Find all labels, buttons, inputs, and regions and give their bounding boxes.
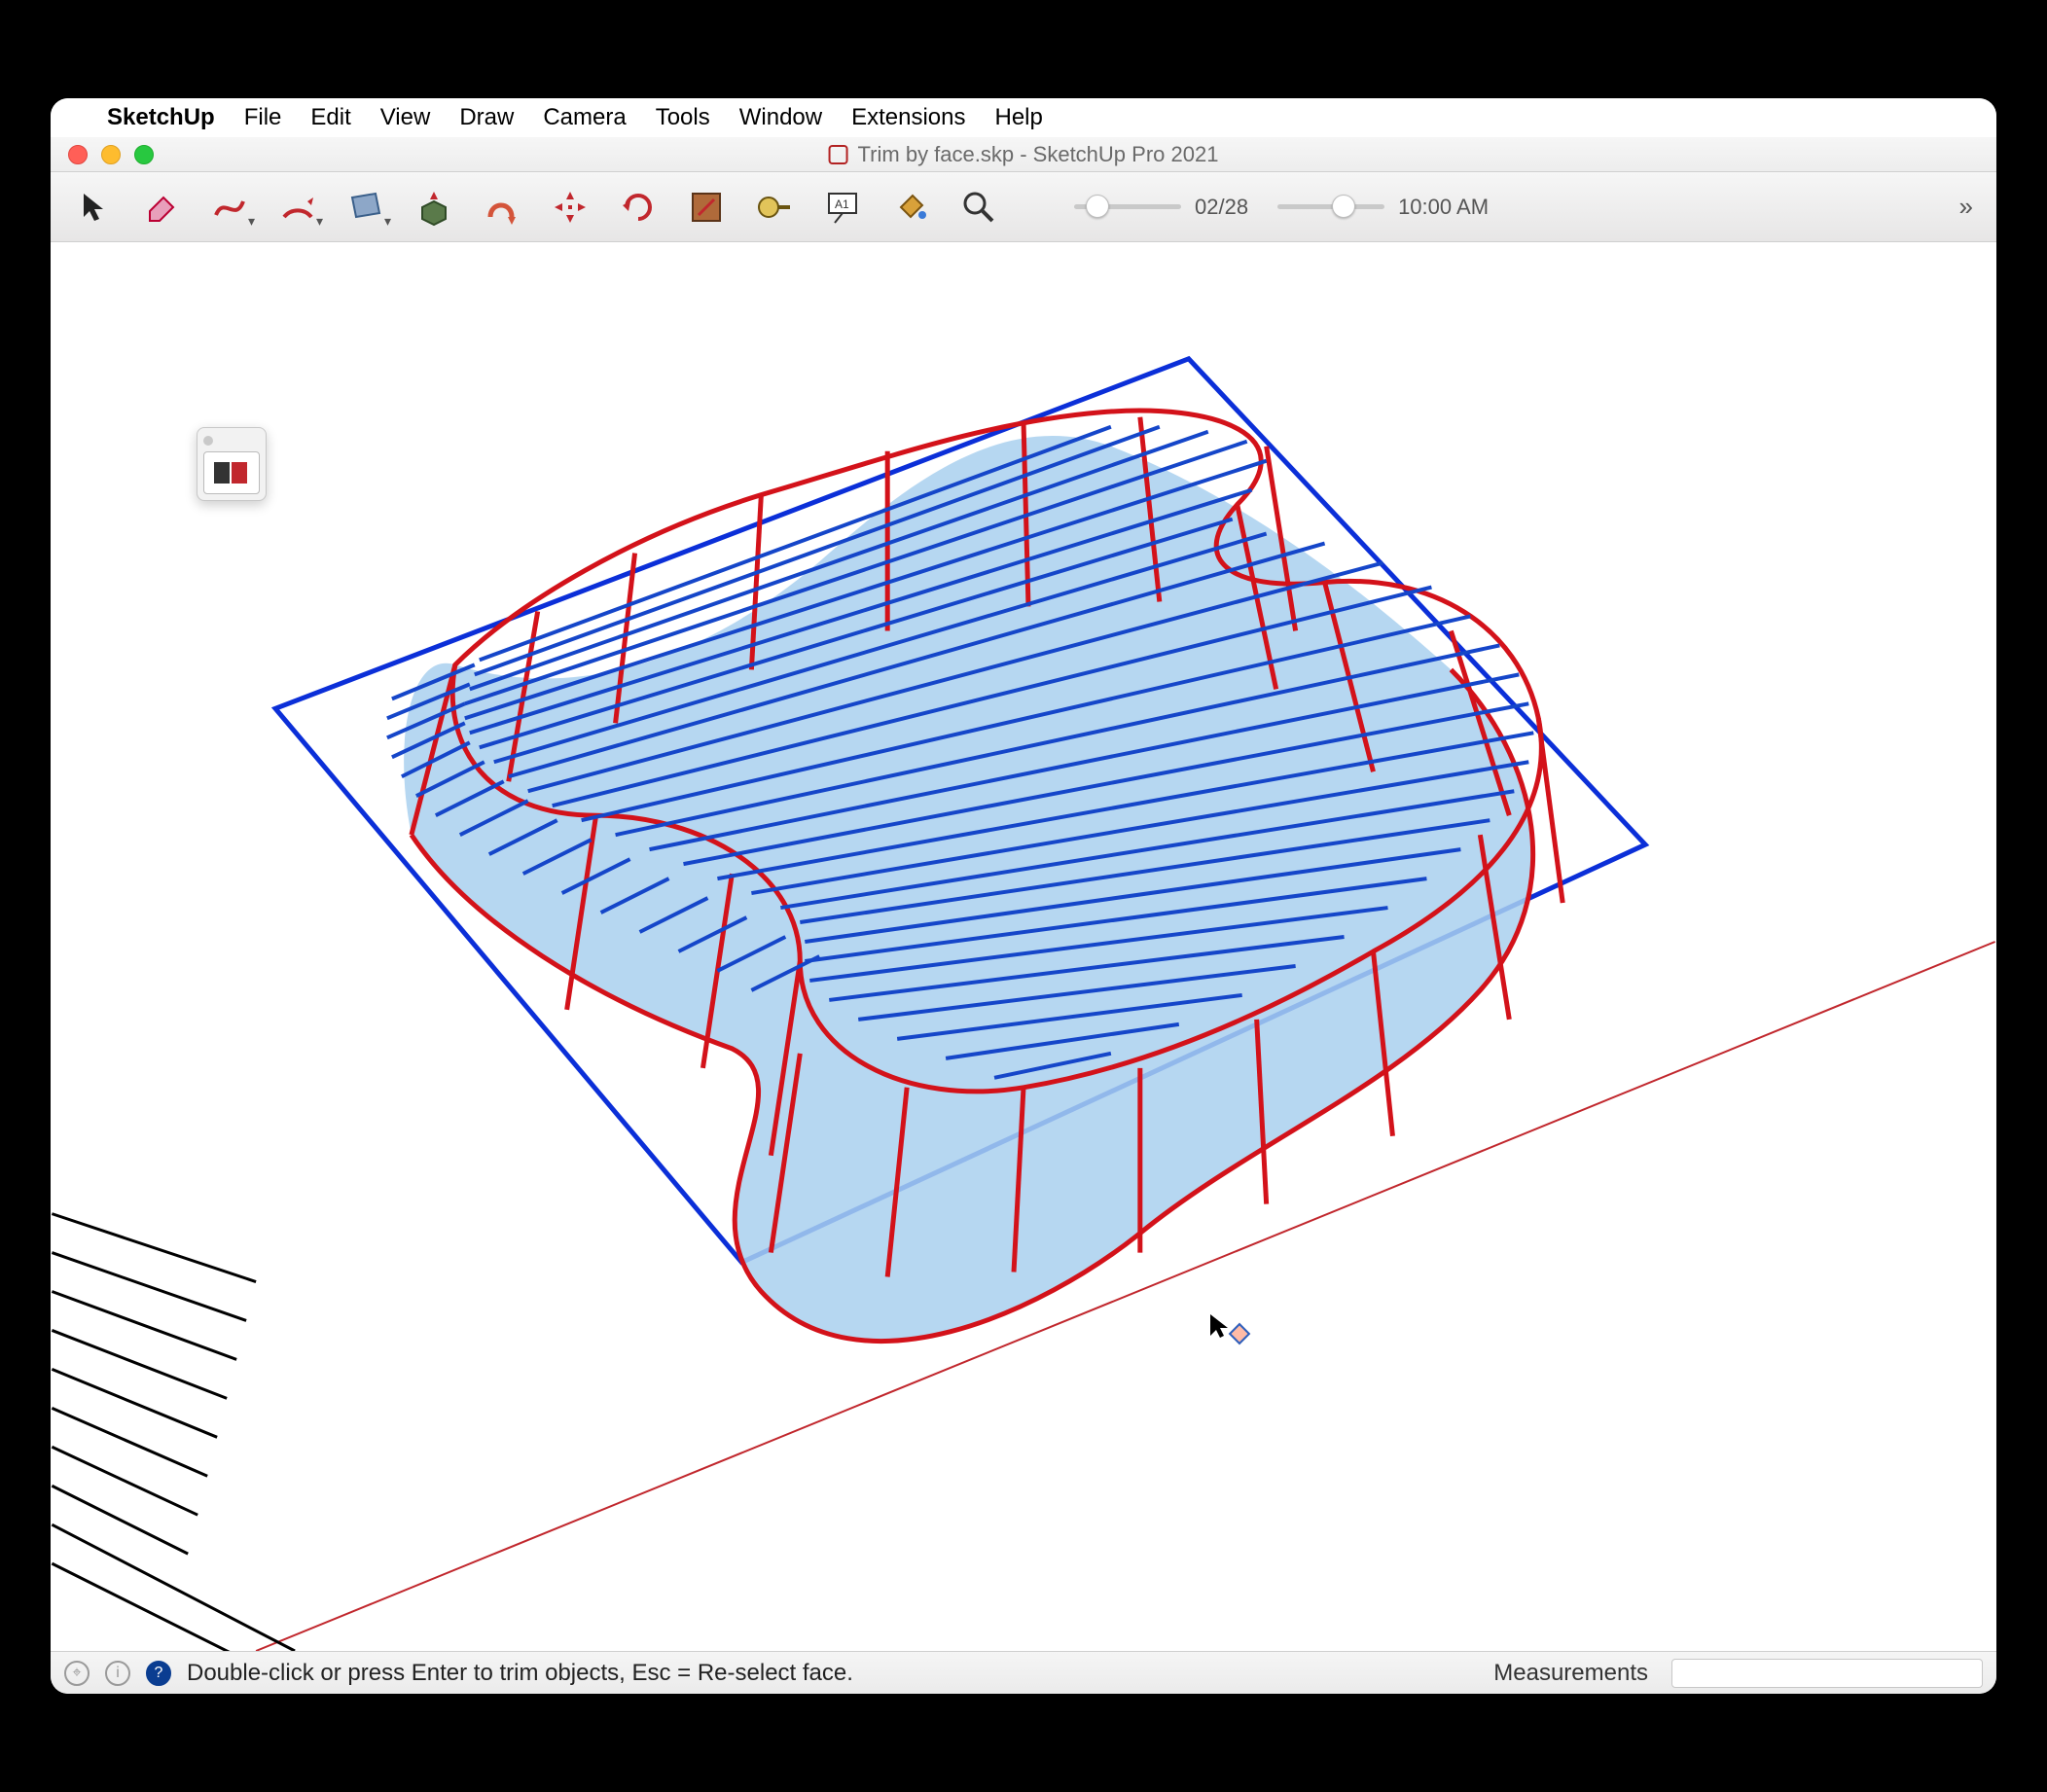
freehand-tool[interactable] (200, 180, 259, 234)
rectangle-tool[interactable] (337, 180, 395, 234)
geolocation-icon[interactable]: ⌖ (64, 1661, 90, 1686)
date-slider[interactable]: 02/28 (1074, 195, 1248, 220)
push-pull-tool[interactable] (405, 180, 463, 234)
trim-tool-icon[interactable] (203, 451, 260, 494)
scale-tool[interactable] (677, 180, 736, 234)
text-icon: A1 (823, 188, 862, 227)
select-tool[interactable] (64, 180, 123, 234)
scale-icon (687, 188, 726, 227)
push-pull-icon (414, 188, 453, 227)
titlebar: Trim by face.skp - SketchUp Pro 2021 (51, 137, 1996, 172)
traffic-lights (68, 145, 154, 164)
panel-grip[interactable] (203, 434, 260, 448)
eraser-icon (142, 188, 181, 227)
eraser-tool[interactable] (132, 180, 191, 234)
menu-view[interactable]: View (380, 104, 431, 131)
menu-edit[interactable]: Edit (310, 104, 350, 131)
measurements-label: Measurements (1493, 1660, 1648, 1687)
arc-tool[interactable] (269, 180, 327, 234)
tape-measure-tool[interactable] (745, 180, 804, 234)
menu-tools[interactable]: Tools (656, 104, 710, 131)
arc-icon (278, 188, 317, 227)
follow-me-tool[interactable] (473, 180, 531, 234)
help-icon[interactable]: ? (146, 1661, 171, 1686)
menubar-app-name[interactable]: SketchUp (107, 104, 215, 131)
close-button[interactable] (68, 145, 88, 164)
zoom-tool[interactable] (950, 180, 1008, 234)
paint-bucket-tool[interactable] (881, 180, 940, 234)
menu-draw[interactable]: Draw (459, 104, 514, 131)
magnifier-icon (959, 188, 998, 227)
menu-camera[interactable]: Camera (543, 104, 626, 131)
scene-render (51, 242, 1996, 1651)
move-tool[interactable] (541, 180, 599, 234)
toolbar: A1 02/28 10:00 AM » (51, 172, 1996, 242)
rotate-icon (619, 188, 658, 227)
model-viewport[interactable] (51, 242, 1996, 1651)
measurements-input[interactable] (1671, 1659, 1983, 1688)
floating-panel[interactable] (197, 427, 267, 501)
text-tool[interactable]: A1 (813, 180, 872, 234)
menu-extensions[interactable]: Extensions (851, 104, 965, 131)
rotate-tool[interactable] (609, 180, 667, 234)
window-title: Trim by face.skp - SketchUp Pro 2021 (858, 142, 1219, 167)
minimize-button[interactable] (101, 145, 121, 164)
menu-window[interactable]: Window (739, 104, 822, 131)
time-slider[interactable]: 10:00 AM (1277, 195, 1489, 220)
mac-menubar: SketchUp File Edit View Draw Camera Tool… (51, 98, 1996, 137)
status-hint: Double-click or press Enter to trim obje… (187, 1660, 1478, 1687)
follow-me-icon (483, 188, 521, 227)
info-icon[interactable]: i (105, 1661, 130, 1686)
menu-help[interactable]: Help (995, 104, 1043, 131)
zoom-window-button[interactable] (134, 145, 154, 164)
rectangle-icon (346, 188, 385, 227)
toolbar-overflow[interactable]: » (1959, 192, 1983, 222)
document-icon (829, 145, 848, 164)
paint-icon (891, 188, 930, 227)
window-title-group: Trim by face.skp - SketchUp Pro 2021 (829, 142, 1219, 167)
move-icon (551, 188, 590, 227)
svg-text:A1: A1 (835, 197, 849, 211)
date-slider-label: 02/28 (1195, 195, 1248, 220)
app-window: SketchUp File Edit View Draw Camera Tool… (51, 98, 1996, 1694)
shadow-sliders: 02/28 10:00 AM (1074, 195, 1489, 220)
freehand-icon (210, 188, 249, 227)
tape-icon (755, 188, 794, 227)
statusbar: ⌖ i ? Double-click or press Enter to tri… (51, 1651, 1996, 1694)
time-slider-label: 10:00 AM (1398, 195, 1489, 220)
menu-file[interactable]: File (244, 104, 282, 131)
cursor-icon (74, 188, 113, 227)
